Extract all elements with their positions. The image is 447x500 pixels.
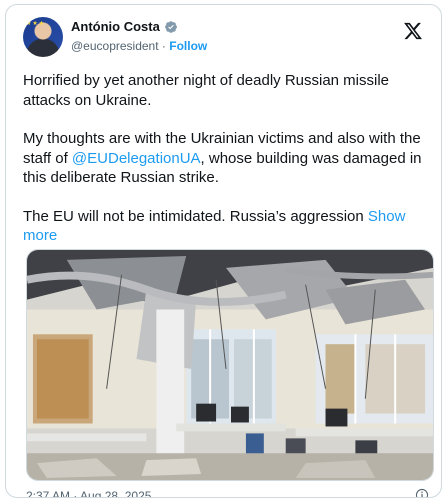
author-name-row: António Costa	[71, 19, 178, 34]
tweet-footer: 2:37 AM · Aug 28, 2025	[26, 488, 431, 498]
mention-link[interactable]: @EUDelegationUA	[72, 150, 201, 167]
info-icon[interactable]	[415, 488, 429, 498]
tweet-paragraph-3: The EU will not be intimidated. Russia’s…	[23, 207, 433, 246]
author-handle-row: @eucopresident · Follow	[71, 39, 207, 53]
avatar[interactable]: ★★★	[23, 17, 63, 57]
eu-stars-decoration: ★★★	[26, 21, 46, 27]
tweet-paragraph-2: My thoughts are with the Ukrainian victi…	[23, 129, 433, 188]
follow-button[interactable]: Follow	[169, 39, 207, 53]
timestamp[interactable]: 2:37 AM · Aug 28, 2025	[26, 489, 151, 497]
verified-badge-icon	[164, 20, 177, 33]
handle-separator: ·	[161, 39, 166, 53]
author-name[interactable]: António Costa	[71, 19, 160, 34]
damaged-office-photo	[27, 250, 433, 480]
tweet-paragraph-1: Horrified by yet another night of deadly…	[23, 72, 390, 109]
tweet-card: ★★★ António Costa @eucopresident · Follo…	[5, 4, 442, 498]
tweet-text: Horrified by yet another night of deadly…	[23, 71, 433, 246]
tweet-photo[interactable]	[26, 249, 434, 481]
paragraph-3-text: The EU will not be intimidated. Russia’s…	[23, 207, 368, 225]
author-handle[interactable]: @eucopresident	[71, 39, 159, 53]
x-logo-icon[interactable]	[403, 21, 423, 41]
tweet-header: ★★★ António Costa @eucopresident · Follo…	[23, 17, 429, 61]
